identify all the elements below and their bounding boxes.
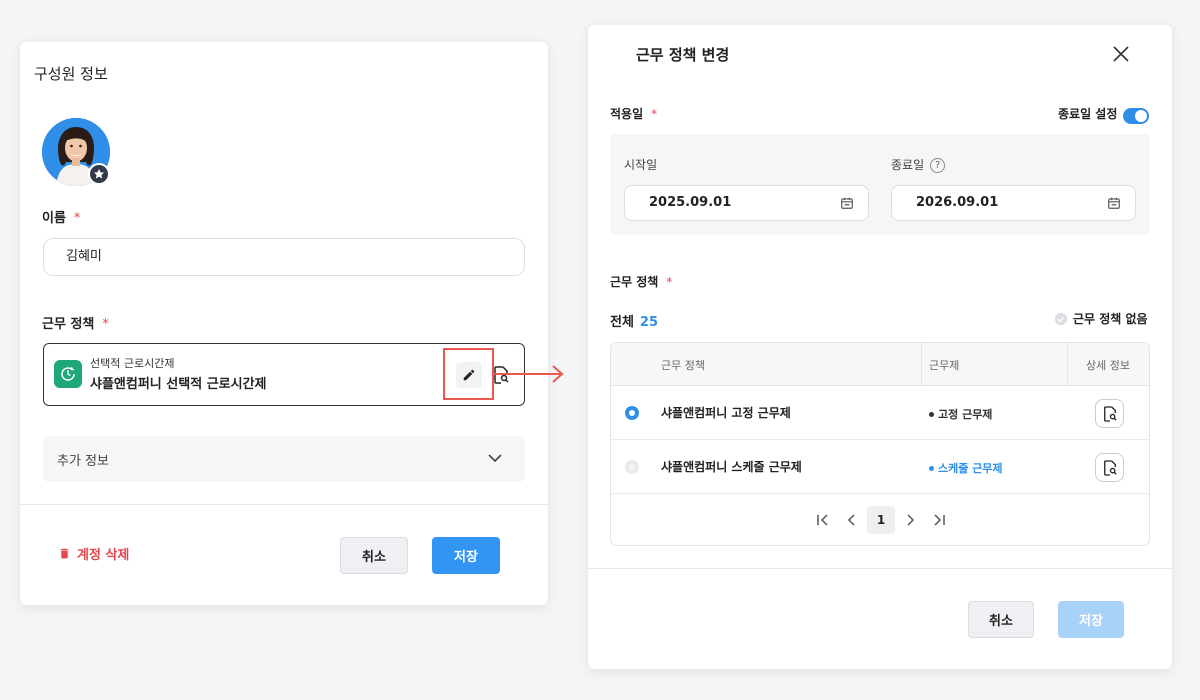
policy-change-modal: 근무 정책 변경 적용일 * 종료일 설정 시작일 종료일? 2025.09.01… (588, 25, 1172, 669)
name-field[interactable]: 김혜미 (43, 238, 525, 276)
total-count: 전체 25 (610, 315, 659, 330)
policy-name-text: 샤플앤컴퍼니 선택적 근로시간제 (90, 377, 267, 392)
pencil-icon (463, 369, 475, 381)
document-search-icon (1103, 459, 1117, 476)
calendar-icon (1108, 197, 1120, 209)
help-icon[interactable]: ? (930, 158, 946, 173)
table-row[interactable]: 샤플앤컴퍼니 고정 근무제 고정 근무제 (611, 386, 1149, 440)
cancel-button[interactable]: 취소 (968, 601, 1034, 638)
next-page-button[interactable] (896, 506, 924, 534)
apply-date-label: 적용일 * (610, 107, 658, 121)
additional-info-accordion[interactable]: 추가 정보 (43, 436, 525, 482)
column-header: 상세 정보 (1086, 359, 1130, 372)
column-header: 근무제 (929, 359, 960, 372)
policy-detail-button[interactable] (1095, 399, 1124, 428)
column-divider (921, 343, 922, 386)
divider (20, 504, 548, 505)
chevron-right-icon (907, 514, 915, 526)
name-label: 이름 * (42, 211, 81, 226)
chevron-left-icon (847, 514, 855, 526)
trash-icon (60, 548, 69, 559)
column-header: 근무 정책 (661, 359, 705, 372)
policy-detail-button[interactable] (1095, 453, 1124, 482)
close-icon[interactable] (1112, 45, 1130, 63)
chevron-down-icon (488, 454, 502, 463)
policy-type-text: 선택적 근로시간제 (90, 357, 175, 370)
prev-page-button[interactable] (838, 506, 866, 534)
end-date-input[interactable]: 2026.09.01 (891, 185, 1136, 221)
arrow-right-icon (494, 365, 564, 383)
total-count-value: 25 (639, 315, 659, 330)
policy-radio[interactable] (625, 460, 639, 474)
save-button[interactable]: 저장 (432, 537, 500, 574)
clock-policy-icon (54, 360, 82, 388)
delete-account-button[interactable]: 계정 삭제 (58, 544, 129, 563)
panel-title: 구성원 정보 (34, 65, 108, 83)
last-page-button[interactable] (925, 506, 953, 534)
required-mark: * (73, 211, 81, 226)
policy-name-cell: 샤플앤컴퍼니 스케줄 근무제 (661, 460, 802, 474)
status-dot (929, 411, 934, 417)
edit-policy-button[interactable] (456, 362, 482, 388)
end-date-toggle[interactable] (1123, 108, 1149, 124)
calendar-icon (841, 197, 853, 209)
required-mark: * (651, 107, 658, 121)
end-date-label: 종료일? (891, 156, 946, 173)
modal-title: 근무 정책 변경 (636, 46, 730, 64)
additional-info-label: 추가 정보 (57, 454, 109, 469)
policy-label: 근무 정책 * (42, 317, 109, 332)
date-range-section: 시작일 종료일? 2025.09.01 2026.09.01 (610, 134, 1150, 235)
page-number-button[interactable]: 1 (867, 506, 895, 534)
chevron-first-icon (817, 514, 828, 526)
required-mark: * (666, 275, 673, 289)
start-date-input[interactable]: 2025.09.01 (624, 185, 869, 221)
star-badge-icon (88, 163, 110, 185)
policy-type-cell: 고정 근무제 (929, 406, 992, 422)
member-info-panel: 구성원 정보 이름 * 김혜미 근무 정책 * 선택적 근로시간제 샤플앤컴퍼니 선 (20, 42, 548, 605)
cancel-button[interactable]: 취소 (340, 537, 408, 574)
required-mark: * (102, 317, 109, 332)
check-circle-icon (1054, 312, 1068, 325)
policy-name-cell: 샤플앤컴퍼니 고정 근무제 (661, 406, 791, 420)
column-divider (1067, 343, 1068, 386)
pagination: 1 (611, 506, 1149, 536)
chevron-last-icon (934, 514, 945, 526)
table-header: 근무 정책 근무제 상세 정보 (611, 343, 1149, 386)
end-date-toggle-label: 종료일 설정 (1058, 107, 1118, 121)
policy-section-label: 근무 정책 * (610, 275, 673, 289)
status-dot (929, 465, 934, 471)
table-row[interactable]: 샤플앤컴퍼니 스케줄 근무제 스케줄 근무제 (611, 440, 1149, 494)
document-search-icon (1103, 405, 1117, 422)
policy-table: 근무 정책 근무제 상세 정보 샤플앤컴퍼니 고정 근무제 고정 근무제 샤플앤… (610, 342, 1150, 546)
policy-radio-selected[interactable] (625, 406, 639, 420)
save-button-disabled[interactable]: 저장 (1058, 601, 1124, 638)
divider (588, 568, 1172, 569)
no-policy-option[interactable]: 근무 정책 없음 (1054, 310, 1148, 327)
first-page-button[interactable] (809, 506, 837, 534)
policy-type-cell: 스케줄 근무제 (929, 460, 1003, 476)
current-policy-box: 선택적 근로시간제 샤플앤컴퍼니 선택적 근로시간제 (43, 343, 525, 406)
start-date-label: 시작일 (624, 158, 658, 172)
